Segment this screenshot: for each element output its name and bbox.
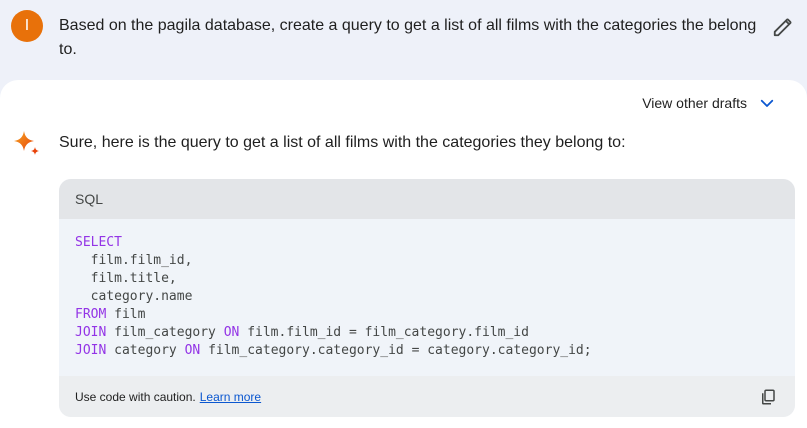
code-line: film.film_id, <box>75 252 779 270</box>
code-line: category.name <box>75 288 779 306</box>
chevron-down-icon <box>757 93 777 113</box>
sql-text: film.title, <box>75 271 177 286</box>
sql-text: category.name <box>75 289 193 304</box>
prompt-text: Based on the pagila database, create a q… <box>59 17 757 58</box>
sql-text: category <box>106 343 185 358</box>
sql-text: film.film_id, <box>75 253 193 268</box>
code-line: JOIN category ON film_category.category_… <box>75 342 779 360</box>
sql-keyword: SELECT <box>75 235 122 250</box>
code-language-label: SQL <box>59 179 795 219</box>
sql-code[interactable]: SELECT film.film_id, film.title, categor… <box>75 234 779 360</box>
response-panel: View other drafts Sure, here is the quer… <box>0 80 807 428</box>
code-language: SQL <box>75 191 104 207</box>
sql-text: film <box>106 307 146 322</box>
user-avatar[interactable]: I <box>11 10 43 42</box>
code-line: FROM film <box>75 306 779 324</box>
sql-keyword: FROM <box>75 307 107 322</box>
sql-keyword: JOIN <box>75 325 107 340</box>
learn-more-link[interactable]: Learn more <box>200 390 261 404</box>
edit-prompt-button[interactable] <box>770 14 796 40</box>
copy-icon <box>762 389 775 405</box>
sql-keyword: ON <box>184 343 201 358</box>
pencil-icon <box>773 18 792 37</box>
user-prompt: I Based on the pagila database, create a… <box>0 0 807 80</box>
sql-text: film_category.category_id = category.cat… <box>200 343 592 358</box>
code-content[interactable]: SELECT film.film_id, film.title, categor… <box>59 219 795 376</box>
caution-text: Use code with caution. <box>75 389 196 404</box>
sql-keyword: JOIN <box>75 343 107 358</box>
sql-text: film.film_id = film_category.film_id <box>239 325 529 340</box>
code-line: film.title, <box>75 270 779 288</box>
view-other-drafts-button[interactable]: View other drafts <box>642 93 777 113</box>
code-line: JOIN film_category ON film.film_id = fil… <box>75 324 779 342</box>
code-footer: Use code with caution. Learn more <box>59 376 795 417</box>
code-line: SELECT <box>75 234 779 252</box>
sparkle-icon <box>12 129 42 159</box>
sql-keyword: ON <box>223 325 240 340</box>
copy-code-button[interactable] <box>757 386 779 408</box>
response-intro: Sure, here is the query to get a list of… <box>59 134 626 151</box>
sql-text: film_category <box>106 325 224 340</box>
code-block: SQL SELECT film.film_id, film.title, cat… <box>59 179 795 417</box>
drafts-label: View other drafts <box>642 95 747 111</box>
